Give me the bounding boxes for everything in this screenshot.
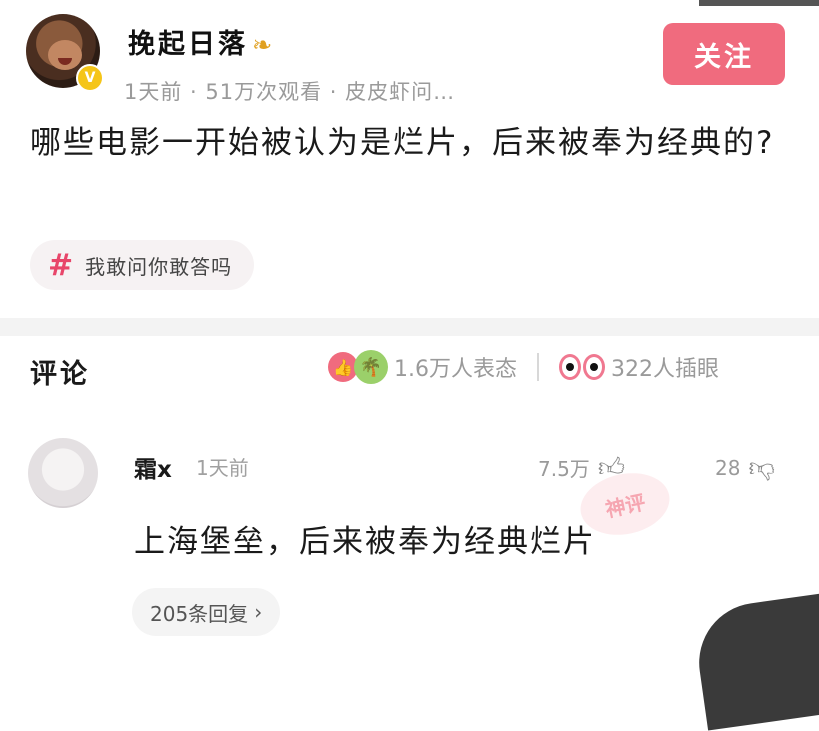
comments-title: 评论 bbox=[30, 359, 90, 390]
leaf-icon: ❧ bbox=[252, 31, 276, 59]
commenter-avatar[interactable] bbox=[28, 438, 98, 508]
comment-dislike-button[interactable]: 28 👎︎ bbox=[715, 452, 775, 483]
thumbs-down-icon: 👎︎ bbox=[748, 453, 775, 483]
eyes-icon bbox=[559, 354, 605, 380]
reaction-summary[interactable]: 👍 🌴 1.6万人表态 322人插眼 bbox=[328, 350, 719, 384]
comment-text: 上海堡垒，后来被奉为经典烂片 bbox=[134, 524, 596, 560]
view-replies-button[interactable]: 205条回复 › bbox=[132, 588, 281, 636]
comment-dislike-count: 28 bbox=[715, 455, 741, 480]
author-name[interactable]: 挽起日落 ❧ bbox=[128, 22, 275, 61]
palm-reaction-icon: 🌴 bbox=[354, 350, 388, 384]
post-question: 哪些电影一开始被认为是烂片，后来被奉为经典的? bbox=[30, 125, 775, 161]
avatar-face bbox=[48, 40, 82, 70]
reactions-count: 1.6万人表态 bbox=[394, 357, 517, 382]
follow-button[interactable]: 关注 bbox=[663, 23, 785, 85]
comments-card bbox=[0, 336, 819, 680]
device-edge bbox=[699, 0, 819, 6]
post-meta: 1天前 · 51万次观看 · 皮皮虾问… bbox=[124, 80, 456, 104]
section-divider bbox=[0, 318, 819, 336]
chevron-right-icon: › bbox=[254, 600, 263, 624]
author-name-text: 挽起日落 bbox=[128, 29, 248, 60]
replies-count: 205条回复 bbox=[150, 601, 249, 626]
eye-left bbox=[559, 354, 581, 380]
commenter-name[interactable]: 霜x bbox=[134, 450, 172, 484]
comment-like-count: 7.5万 bbox=[538, 457, 590, 481]
hash-icon: # bbox=[48, 247, 74, 283]
comment-time: 1天前 bbox=[196, 456, 249, 480]
eye-right bbox=[583, 354, 605, 380]
verified-badge-icon: V bbox=[76, 64, 104, 92]
separator bbox=[537, 353, 539, 381]
topic-tag[interactable]: # 我敢问你敢答吗 bbox=[30, 240, 255, 290]
plugs-count: 322人插眼 bbox=[611, 357, 719, 382]
topic-tag-label: 我敢问你敢答吗 bbox=[85, 254, 233, 279]
